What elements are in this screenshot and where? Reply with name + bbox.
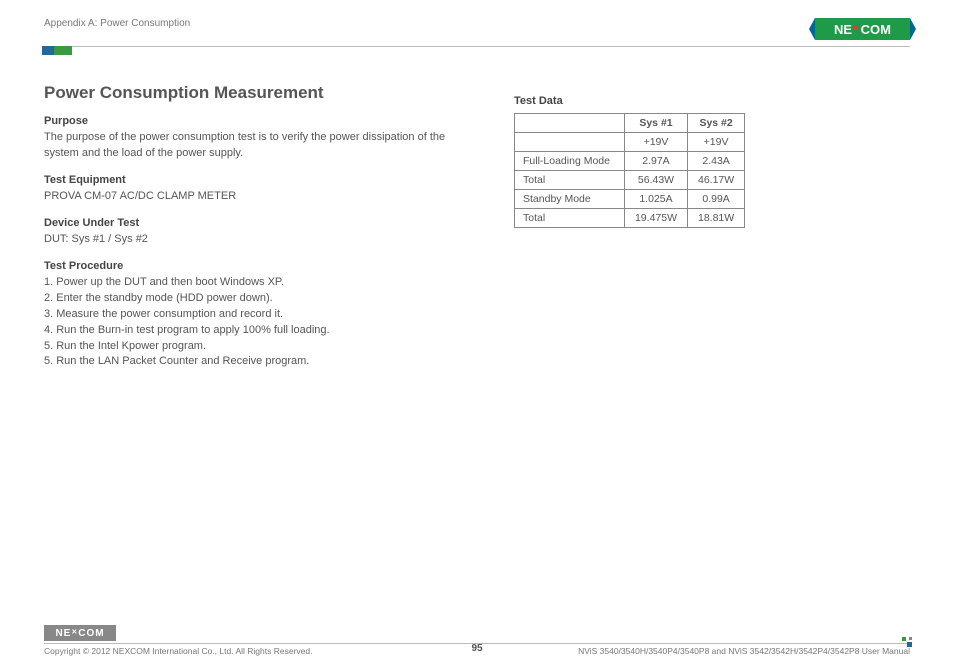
table-row: +19V +19V bbox=[515, 133, 745, 152]
corner-mark-icon bbox=[900, 635, 912, 647]
section-heading-dut: Device Under Test bbox=[44, 217, 464, 229]
logo-x-icon: ✕ bbox=[852, 23, 861, 34]
section-heading-equipment: Test Equipment bbox=[44, 174, 464, 186]
section-heading-procedure: Test Procedure bbox=[44, 260, 464, 272]
equipment-text: PROVA CM-07 AC/DC CLAMP METER bbox=[44, 189, 464, 205]
table-row: Full-Loading Mode 2.97A 2.43A bbox=[515, 152, 745, 171]
page-title: Power Consumption Measurement bbox=[44, 83, 464, 103]
procedure-list: 1. Power up the DUT and then boot Window… bbox=[44, 275, 464, 371]
table-cell: 19.475W bbox=[624, 209, 687, 228]
table-row: Total 56.43W 46.17W bbox=[515, 171, 745, 190]
table-header bbox=[515, 114, 625, 133]
table-cell: 46.17W bbox=[688, 171, 745, 190]
table-cell: +19V bbox=[688, 133, 745, 152]
table-cell: 2.43A bbox=[688, 152, 745, 171]
list-item: 3. Measure the power consumption and rec… bbox=[44, 307, 464, 323]
table-cell: 0.99A bbox=[688, 190, 745, 209]
brand-logo: NE✕COM bbox=[815, 18, 910, 40]
table-cell: 56.43W bbox=[624, 171, 687, 190]
section-heading-purpose: Purpose bbox=[44, 115, 464, 127]
section-heading-testdata: Test Data bbox=[514, 95, 910, 107]
list-item: 5. Run the Intel Kpower program. bbox=[44, 339, 464, 355]
table-cell: 1.025A bbox=[624, 190, 687, 209]
table-cell: Full-Loading Mode bbox=[515, 152, 625, 171]
list-item: 2. Enter the standby mode (HDD power dow… bbox=[44, 291, 464, 307]
breadcrumb: Appendix A: Power Consumption bbox=[44, 18, 190, 29]
accent-bar bbox=[42, 46, 72, 55]
table-cell bbox=[515, 133, 625, 152]
purpose-text: The purpose of the power consumption tes… bbox=[44, 130, 464, 162]
test-data-table: Sys #1 Sys #2 +19V +19V Full-Loading Mod… bbox=[514, 113, 745, 228]
table-row: Total 19.475W 18.81W bbox=[515, 209, 745, 228]
table-cell: 18.81W bbox=[688, 209, 745, 228]
table-cell: Total bbox=[515, 209, 625, 228]
doc-title: NViS 3540/3540H/3540P4/3540P8 and NViS 3… bbox=[578, 646, 910, 656]
table-header: Sys #1 bbox=[624, 114, 687, 133]
footer-logo: NE✕COM bbox=[44, 625, 116, 641]
table-row: Standby Mode 1.025A 0.99A bbox=[515, 190, 745, 209]
table-cell: +19V bbox=[624, 133, 687, 152]
table-cell: 2.97A bbox=[624, 152, 687, 171]
table-row: Sys #1 Sys #2 bbox=[515, 114, 745, 133]
list-item: 5. Run the LAN Packet Counter and Receiv… bbox=[44, 354, 464, 370]
table-cell: Standby Mode bbox=[515, 190, 625, 209]
page-number: 95 bbox=[471, 643, 482, 654]
list-item: 1. Power up the DUT and then boot Window… bbox=[44, 275, 464, 291]
dut-text: DUT: Sys #1 / Sys #2 bbox=[44, 232, 464, 248]
table-header: Sys #2 bbox=[688, 114, 745, 133]
table-cell: Total bbox=[515, 171, 625, 190]
copyright-text: Copyright © 2012 NEXCOM International Co… bbox=[44, 646, 312, 656]
list-item: 4. Run the Burn-in test program to apply… bbox=[44, 323, 464, 339]
